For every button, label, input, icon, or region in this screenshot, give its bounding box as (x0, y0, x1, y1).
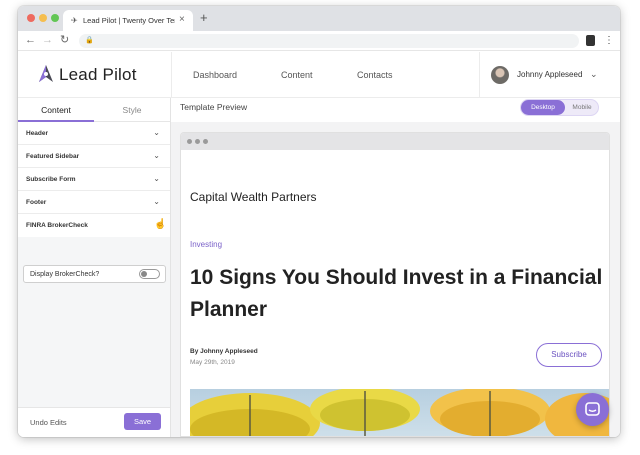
device-toggle: Desktop Mobile (520, 99, 599, 116)
tab-style[interactable]: Style (94, 98, 170, 122)
sidebar-footer: Undo Edits Save (18, 407, 170, 437)
profile-icon[interactable] (586, 35, 595, 46)
accordion-featured-sidebar[interactable]: Featured Sidebar ⌄ (18, 145, 170, 168)
close-window-button[interactable] (27, 14, 35, 22)
app-header: Lead Pilot Dashboard Content Contacts Jo… (18, 52, 620, 98)
site-name[interactable]: Capital Wealth Partners (190, 190, 317, 205)
frame-dot (195, 139, 200, 144)
header-divider (479, 52, 480, 97)
user-name[interactable]: Johnny Appleseed (517, 70, 582, 80)
hero-image (190, 389, 609, 436)
chat-bubble-button[interactable] (576, 393, 609, 426)
frame-dot (187, 139, 192, 144)
chevron-down-icon: ⌄ (153, 174, 160, 183)
accordion-label: FINRA BrokerCheck (26, 222, 88, 229)
toggle-label: Display BrokerCheck? (30, 271, 100, 278)
frame-dot (203, 139, 208, 144)
sidebar-tabs: Content Style (18, 98, 170, 122)
chevron-down-icon: ⌄ (153, 197, 160, 206)
tab-close-icon[interactable]: × (179, 14, 185, 26)
post-category[interactable]: Investing (190, 240, 222, 250)
accordion-header[interactable]: Header ⌄ (18, 122, 170, 145)
accordion-finra-brokercheck[interactable]: FINRA BrokerCheck ☝ (18, 214, 170, 237)
address-bar[interactable]: 🔒 (79, 34, 579, 48)
back-arrow-icon[interactable]: ← (25, 34, 36, 47)
brand-name: Lead Pilot (59, 65, 137, 84)
accordion-label: Featured Sidebar (26, 153, 80, 160)
tab-title: Lead Pilot | Twenty Over Ten (83, 16, 175, 25)
avatar[interactable] (491, 66, 509, 84)
header-divider (171, 52, 172, 97)
nav-contacts[interactable]: Contacts (357, 70, 393, 81)
compass-logo-icon (39, 65, 53, 82)
undo-edits-button[interactable]: Undo Edits (30, 418, 67, 428)
nav-dashboard[interactable]: Dashboard (193, 70, 237, 81)
editor-sidebar: Content Style Header ⌄ Featured Sidebar … (18, 98, 171, 437)
kebab-menu-icon[interactable]: ⋮ (604, 35, 614, 46)
lock-icon: 🔒 (85, 37, 94, 44)
browser-tab[interactable]: ✈ Lead Pilot | Twenty Over Ten × (63, 10, 193, 31)
accordion-label: Footer (26, 199, 47, 206)
preview-frame: Capital Wealth Partners Investing 10 Sig… (180, 132, 610, 437)
minimize-window-button[interactable] (39, 14, 47, 22)
desktop-mode-button[interactable]: Desktop (521, 100, 565, 115)
subscribe-button[interactable]: Subscribe (536, 343, 602, 367)
preview-title: Template Preview (180, 102, 248, 112)
brokercheck-toggle[interactable] (139, 269, 160, 279)
post-author: By Johnny Appleseed (190, 348, 258, 355)
chat-icon (585, 402, 600, 416)
forward-arrow-icon[interactable]: → (42, 34, 53, 47)
preview-frame-bar (181, 133, 609, 150)
hand-cursor-icon: ☝ (154, 219, 167, 230)
chevron-down-icon[interactable]: ⌄ (590, 68, 598, 80)
accordion-label: Header (26, 130, 49, 137)
brokercheck-toggle-row[interactable]: Display BrokerCheck? (23, 265, 166, 283)
accordion-subscribe-form[interactable]: Subscribe Form ⌄ (18, 168, 170, 191)
maximize-window-button[interactable] (51, 14, 59, 22)
save-button[interactable]: Save (124, 413, 161, 430)
post-date: May 29th, 2019 (190, 359, 235, 366)
browser-toolbar: ← → ↻ 🔒 ⋮ (18, 31, 620, 51)
post-headline: 10 Signs You Should Invest in a Financia… (190, 266, 603, 321)
reload-icon[interactable]: ↻ (60, 34, 69, 47)
accordion-label: Subscribe Form (26, 176, 76, 183)
chevron-down-icon: ⌄ (153, 151, 160, 160)
browser-tab-strip: ✈ Lead Pilot | Twenty Over Ten × + (18, 6, 620, 31)
umbrellas-image (190, 389, 609, 436)
new-tab-button[interactable]: + (200, 11, 208, 25)
compass-icon: ✈ (71, 16, 78, 25)
toggle-knob (141, 271, 147, 277)
nav-content[interactable]: Content (281, 70, 313, 81)
accordion-footer[interactable]: Footer ⌄ (18, 191, 170, 214)
tab-content[interactable]: Content (18, 98, 94, 122)
chevron-down-icon: ⌄ (153, 128, 160, 137)
mobile-mode-button[interactable]: Mobile (565, 100, 599, 115)
